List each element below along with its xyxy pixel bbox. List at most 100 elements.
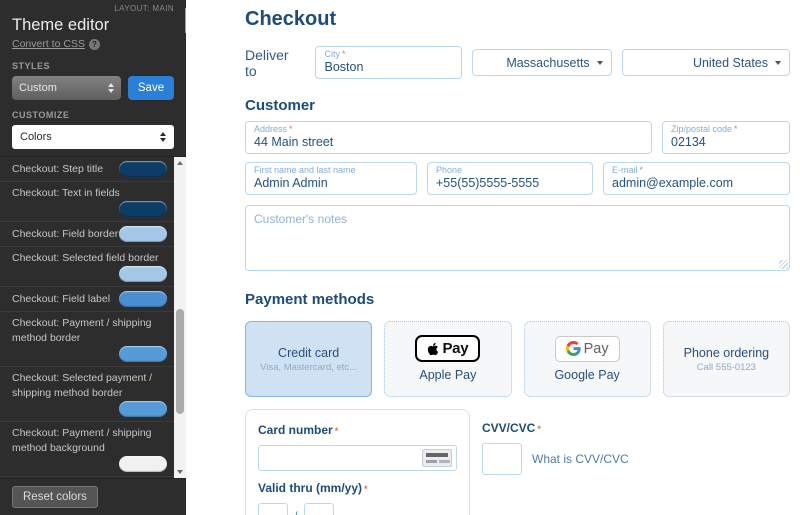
valid-thru-month-input[interactable] [258,503,288,515]
color-swatch[interactable] [119,401,167,417]
color-item-text-in-fields[interactable]: Checkout: Text in fields [0,181,186,221]
color-swatch[interactable] [119,266,167,282]
color-item-selected-method-background[interactable]: Checkout: Selected payment / shipping me… [0,476,186,478]
style-select-value: Custom [19,82,57,94]
save-button[interactable]: Save [128,76,174,100]
customize-select-value: Colors [20,131,52,143]
badge-pay-text: Pay [442,340,469,357]
slash-separator: / [294,509,298,515]
phone-field-label: Phone [436,165,463,175]
sidebar-footer: Reset colors [0,478,186,515]
select-arrows-icon [160,132,166,142]
scrollbar-thumb[interactable] [176,309,184,414]
color-item-field-label[interactable]: Checkout: Field label [0,286,186,311]
sidebar-scrollbar[interactable] [174,157,186,478]
resize-handle[interactable] [779,260,788,269]
theme-editor-sidebar: LAYOUT: MAIN Theme editor Convert to CSS… [0,0,186,515]
badge-pay-text: Pay [583,340,609,357]
google-pay-badge: Pay [554,335,620,362]
color-settings-list: Checkout: Step title Checkout: Text in f… [0,156,186,478]
country-select[interactable]: United States [621,49,790,76]
address-field-value: 44 Main street [254,135,334,149]
payment-method-phone-ordering[interactable]: Phone ordering Call 555-0123 [662,321,790,397]
scroll-down-icon[interactable] [174,466,186,478]
theme-editor-app: LAYOUT: MAIN Theme editor Convert to CSS… [0,0,800,515]
color-swatch[interactable] [119,161,167,177]
color-swatch[interactable] [119,346,167,362]
color-item-label: Checkout: Text in fields [12,187,120,199]
city-field-label: City [324,49,340,59]
address-field-label: Address [254,124,288,134]
card-number-input[interactable] [258,445,457,471]
cvv-help-link[interactable]: What is CVV/CVC [532,452,629,466]
required-asterisk: * [289,124,293,134]
customize-select[interactable]: Colors [12,125,174,149]
color-item-label: Checkout: Selected payment / shipping me… [12,372,153,399]
card-number-label: Card number [258,423,333,437]
scroll-up-icon[interactable] [174,157,186,169]
customize-label: CUSTOMIZE [12,110,70,120]
phone-field-value: +55(55)5555-5555 [436,176,540,190]
cvv-column: CVV/CVC * What is CVV/CVC [482,409,629,515]
color-item-field-border[interactable]: Checkout: Field border [0,221,186,246]
color-item-selected-field-border[interactable]: Checkout: Selected field border [0,246,186,286]
color-item-selected-method-border[interactable]: Checkout: Selected payment / shipping me… [0,366,186,421]
convert-to-css-link[interactable]: Convert to CSS [12,38,85,51]
payment-method-credit-card[interactable]: Credit card Visa, Mastercard, etc... [245,321,373,397]
state-select[interactable]: Massachusetts [472,49,612,76]
required-asterisk: * [537,424,541,434]
credit-card-form: Card number* Valid thru (mm/yy)* / CVV/C… [245,409,790,515]
sidebar-header: LAYOUT: MAIN Theme editor Convert to CSS… [0,0,186,156]
styles-label: STYLES [12,61,51,71]
payment-method-google-pay[interactable]: Pay Google Pay [523,321,651,397]
payment-method-title: Phone ordering [683,345,770,360]
google-g-logo-icon [565,341,581,356]
email-field-value: admin@example.com [612,176,734,190]
reset-colors-button[interactable]: Reset colors [12,486,98,508]
cvv-input[interactable] [482,443,522,475]
name-field[interactable]: First name and last name Admin Admin [245,162,417,195]
chevron-down-icon [596,60,603,65]
phone-field[interactable]: Phone +55(55)5555-5555 [427,162,593,195]
address-field[interactable]: Address * 44 Main street [245,121,652,154]
style-select[interactable]: Custom [12,76,121,100]
required-asterisk: * [341,49,346,59]
customer-heading: Customer [245,97,316,114]
select-arrows-icon [108,83,114,93]
zip-field-label: Zip/postal code [671,124,733,134]
color-swatch[interactable] [119,291,167,307]
required-asterisk: * [334,426,339,436]
deliver-to-row: Deliver to City * Boston Massachusetts Un… [245,46,790,79]
valid-thru-year-input[interactable] [303,503,334,515]
city-field[interactable]: City * Boston [315,46,463,79]
deliver-to-label: Deliver to [245,46,289,79]
country-select-value: United States [692,55,768,70]
payment-method-subtitle: Call 555-0123 [696,361,756,373]
scrollbar-track[interactable] [174,169,186,466]
email-field[interactable]: E-mail * admin@example.com [603,162,790,195]
color-item-method-background[interactable]: Checkout: Payment / shipping method back… [0,421,186,476]
required-asterisk: * [639,165,644,175]
color-item-method-border[interactable]: Checkout: Payment / shipping method bord… [0,311,186,366]
zip-field[interactable]: Zip/postal code * 02134 [662,121,790,154]
zip-field-value: 02134 [671,135,706,149]
payment-method-title: Credit card [278,345,340,360]
color-swatch[interactable] [119,201,167,217]
payment-method-apple-pay[interactable]: Pay Apple Pay [384,321,512,397]
card-details-panel: Card number* Valid thru (mm/yy)* / [245,409,470,515]
help-icon[interactable]: ? [88,39,100,50]
customer-notes-textarea[interactable] [245,205,790,271]
chevron-down-icon [775,60,781,65]
checkout-preview: Checkout Deliver to City * Boston Massach… [186,0,800,515]
payment-methods-heading: Payment methods [245,291,375,308]
layout-label: LAYOUT: MAIN [114,4,174,13]
color-swatch[interactable] [119,456,167,472]
color-item-step-title[interactable]: Checkout: Step title [0,157,186,181]
color-item-label: Checkout: Step title [12,162,104,175]
color-item-label: Checkout: Payment / shipping method bord… [12,317,152,344]
color-item-label: Checkout: Field border [12,227,119,240]
credit-card-icon [422,449,452,467]
color-swatch[interactable] [119,226,167,242]
required-asterisk: * [734,124,738,134]
required-asterisk: * [364,484,368,494]
